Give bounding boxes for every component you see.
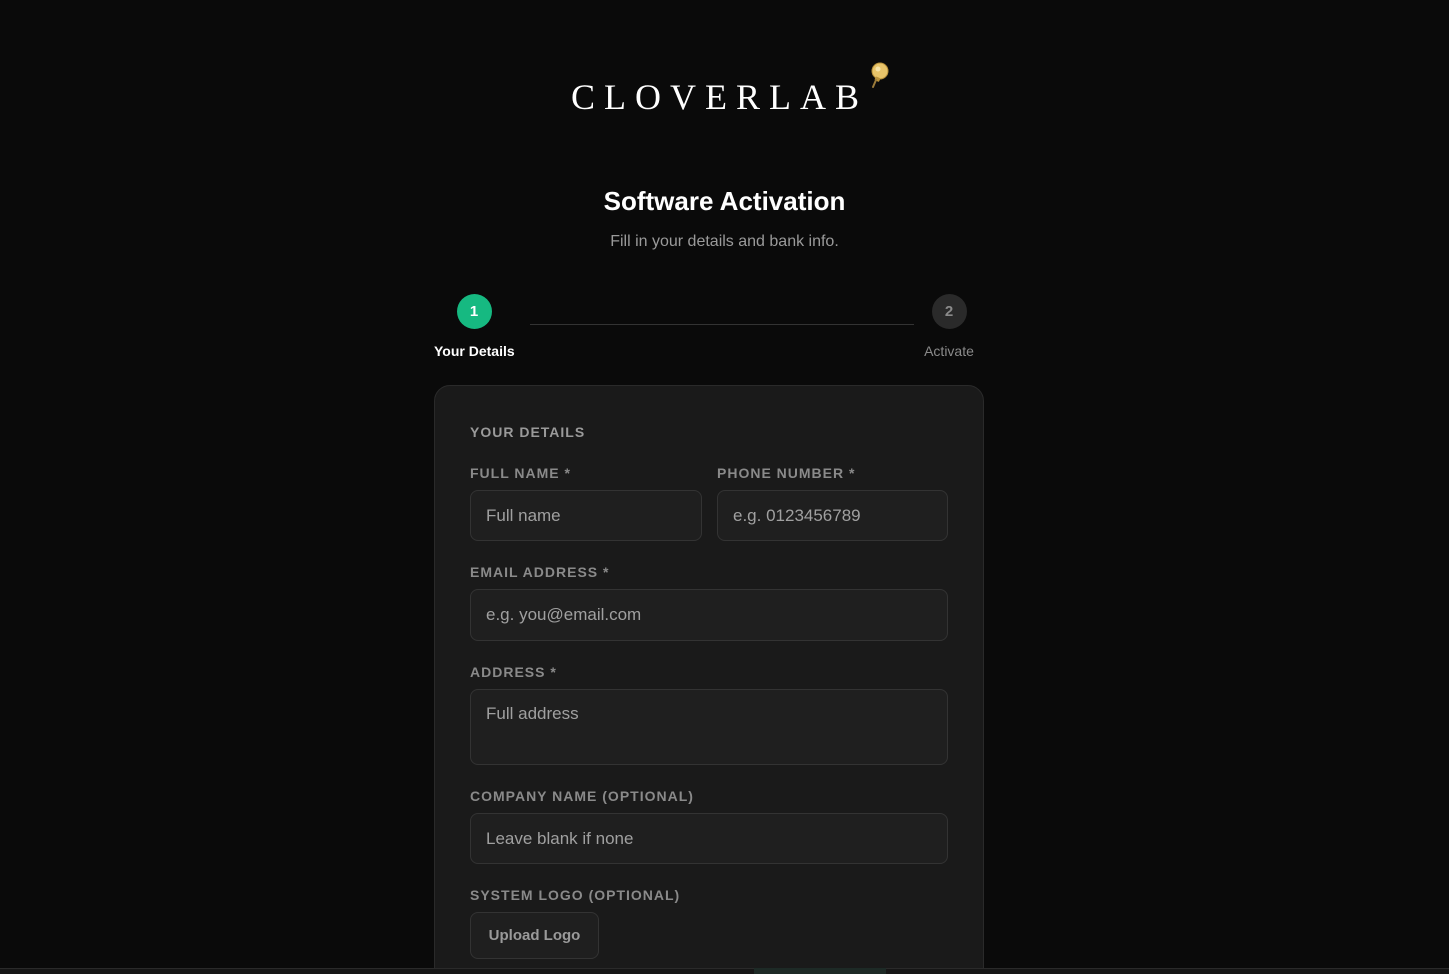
step-label: Your Details [434,343,515,359]
step-your-details: 1 Your Details [434,294,515,359]
step-number: 1 [456,294,492,329]
full-name-label: FULL NAME * [470,465,571,481]
address-textarea[interactable] [470,689,948,765]
stepper: 1 Your Details 2 Activate [434,294,984,359]
page-subtitle: Fill in your details and bank info. [610,233,839,250]
step-activate: 2 Activate [914,294,984,359]
address-label: ADDRESS * [470,664,557,680]
stepper-connector [530,324,914,325]
step-number: 2 [931,294,967,329]
step-label: Activate [924,343,974,359]
brand-logo: CLOVERLAB [0,60,1449,118]
system-logo-label: SYSTEM LOGO (OPTIONAL) [470,887,681,903]
page-title: Software Activation [603,186,846,216]
details-form-card: YOUR DETAILS FULL NAME * PHONE NUMBER * … [434,385,984,974]
taskbar-item[interactable] [754,968,886,974]
upload-logo-button[interactable]: Upload Logo [470,912,599,959]
email-address-input[interactable] [470,589,948,641]
company-name-label: COMPANY NAME (OPTIONAL) [470,788,694,804]
full-name-input[interactable] [470,490,702,541]
bottom-taskbar [0,968,1449,974]
brand-name: CLOVERLAB [571,77,868,117]
lightbulb-icon [871,62,889,88]
phone-number-input[interactable] [717,490,948,541]
activation-page: CLOVERLAB Software Activation Fill in yo… [0,0,1449,974]
email-address-label: EMAIL ADDRESS * [470,564,610,580]
phone-number-label: PHONE NUMBER * [717,465,856,481]
section-title: YOUR DETAILS [470,424,586,440]
company-name-input[interactable] [470,813,948,864]
